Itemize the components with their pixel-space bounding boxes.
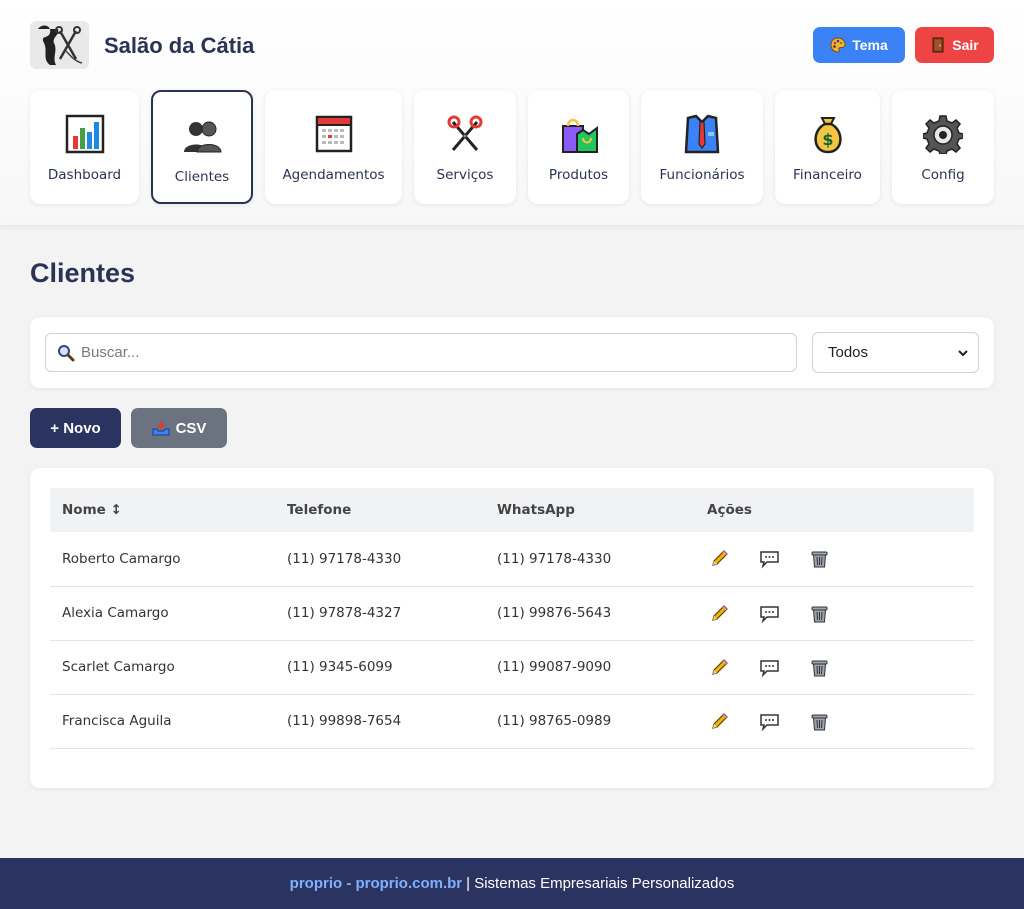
nav-label: Dashboard bbox=[47, 167, 122, 183]
nav-produtos[interactable]: Produtos bbox=[528, 90, 629, 204]
filter-panel: Todos bbox=[30, 317, 994, 388]
client-name: Francisca Aguila bbox=[50, 694, 275, 749]
client-whatsapp: (11) 98765-0989 bbox=[485, 694, 695, 749]
nav-label: Financeiro bbox=[793, 167, 862, 183]
pencil-icon[interactable] bbox=[709, 603, 730, 624]
page-title: Clientes bbox=[30, 258, 136, 288]
header: Salão da Cátia Tema Sair Dashboard Clien… bbox=[0, 0, 1024, 225]
logout-label: Sair bbox=[952, 37, 979, 53]
clients-table-card: Nome ↕ Telefone WhatsApp Ações Roberto C… bbox=[30, 468, 994, 788]
column-header-phone: Telefone bbox=[287, 502, 352, 518]
client-name: Alexia Camargo bbox=[50, 586, 275, 641]
client-whatsapp: (11) 99087-9090 bbox=[485, 640, 695, 695]
gear-icon bbox=[923, 115, 963, 154]
nav-label: Funcionários bbox=[659, 167, 745, 183]
export-csv-button[interactable]: CSV bbox=[131, 408, 227, 448]
chart-icon bbox=[65, 114, 104, 154]
new-client-button[interactable]: + Novo bbox=[30, 408, 121, 448]
trash-icon[interactable] bbox=[809, 711, 830, 732]
nav-label: Config bbox=[921, 167, 965, 183]
inbox-tray-icon bbox=[152, 421, 170, 436]
table-row: Alexia Camargo (11) 97878-4327 (11) 9987… bbox=[50, 586, 974, 641]
actions-group bbox=[707, 711, 974, 732]
trash-icon[interactable] bbox=[809, 657, 830, 678]
row-actions bbox=[695, 640, 974, 695]
speech-bubble-icon[interactable] bbox=[759, 603, 780, 624]
footer: proprio - proprio.com.br | Sistemas Empr… bbox=[0, 858, 1024, 909]
footer-link[interactable]: proprio - proprio.com.br bbox=[290, 875, 463, 892]
csv-label: CSV bbox=[175, 419, 207, 437]
nav-label: Agendamentos bbox=[282, 167, 385, 183]
users-icon bbox=[184, 121, 222, 153]
chevron-down-icon bbox=[958, 349, 968, 356]
nav-label: Produtos bbox=[548, 167, 609, 183]
client-phone: (11) 9345-6099 bbox=[275, 640, 485, 695]
pencil-icon[interactable] bbox=[709, 711, 730, 732]
salon-logo bbox=[30, 21, 89, 69]
nav-agendamentos[interactable]: Agendamentos bbox=[265, 90, 402, 204]
nav-funcionarios[interactable]: Funcionários bbox=[641, 90, 763, 204]
nav-dashboard[interactable]: Dashboard bbox=[30, 90, 139, 204]
nav-financeiro[interactable]: $ Financeiro bbox=[775, 90, 880, 204]
trash-icon[interactable] bbox=[809, 603, 830, 624]
row-actions bbox=[695, 532, 974, 587]
table-row: Roberto Camargo (11) 97178-4330 (11) 971… bbox=[50, 532, 974, 587]
footer-text: | Sistemas Empresariais Personalizados bbox=[466, 875, 735, 892]
client-name: Roberto Camargo bbox=[50, 532, 275, 587]
row-actions bbox=[695, 694, 974, 749]
nav-clientes[interactable]: Clientes bbox=[151, 90, 253, 204]
client-name: Scarlet Camargo bbox=[50, 640, 275, 695]
nav-label: Serviços bbox=[436, 167, 494, 183]
door-icon bbox=[932, 37, 944, 53]
table-header-row: Nome ↕ Telefone WhatsApp Ações bbox=[50, 488, 974, 532]
nav-label: Clientes bbox=[174, 169, 230, 185]
select-value: Todos bbox=[828, 344, 869, 361]
logout-button[interactable]: Sair bbox=[915, 27, 994, 63]
trash-icon[interactable] bbox=[809, 548, 830, 569]
row-actions bbox=[695, 586, 974, 641]
pencil-icon[interactable] bbox=[709, 657, 730, 678]
speech-bubble-icon[interactable] bbox=[759, 657, 780, 678]
client-phone: (11) 97878-4327 bbox=[275, 586, 485, 641]
pencil-icon[interactable] bbox=[709, 548, 730, 569]
theme-button[interactable]: Tema bbox=[813, 27, 905, 63]
brand-title: Salão da Cátia bbox=[104, 33, 255, 58]
search-icon bbox=[58, 344, 75, 361]
actions-group bbox=[707, 603, 974, 624]
client-whatsapp: (11) 97178-4330 bbox=[485, 532, 695, 587]
calendar-icon bbox=[315, 115, 352, 153]
nav-config[interactable]: Config bbox=[892, 90, 994, 204]
search-box[interactable] bbox=[45, 333, 797, 372]
search-input[interactable] bbox=[81, 344, 761, 361]
theme-label: Tema bbox=[852, 37, 888, 53]
scissors-icon bbox=[447, 115, 483, 151]
actions-group bbox=[707, 548, 974, 569]
speech-bubble-icon[interactable] bbox=[759, 548, 780, 569]
shopping-bag-icon bbox=[561, 118, 598, 153]
table-row: Francisca Aguila (11) 99898-7654 (11) 98… bbox=[50, 694, 974, 749]
client-phone: (11) 97178-4330 bbox=[275, 532, 485, 587]
svg-text:$: $ bbox=[822, 130, 833, 149]
clients-table: Nome ↕ Telefone WhatsApp Ações Roberto C… bbox=[50, 488, 974, 749]
status-filter-select[interactable]: Todos bbox=[812, 332, 979, 373]
column-header-actions: Ações bbox=[707, 502, 752, 518]
column-header-whatsapp: WhatsApp bbox=[497, 502, 575, 518]
client-whatsapp: (11) 99876-5643 bbox=[485, 586, 695, 641]
money-bag-icon: $ bbox=[813, 117, 842, 154]
actions-group bbox=[707, 657, 974, 678]
nav-servicos[interactable]: Serviços bbox=[414, 90, 516, 204]
client-phone: (11) 99898-7654 bbox=[275, 694, 485, 749]
column-header-name[interactable]: Nome ↕ bbox=[50, 488, 275, 532]
shirt-tie-icon bbox=[684, 114, 720, 154]
palette-icon bbox=[830, 37, 846, 53]
speech-bubble-icon[interactable] bbox=[759, 711, 780, 732]
table-row: Scarlet Camargo (11) 9345-6099 (11) 9908… bbox=[50, 640, 974, 695]
